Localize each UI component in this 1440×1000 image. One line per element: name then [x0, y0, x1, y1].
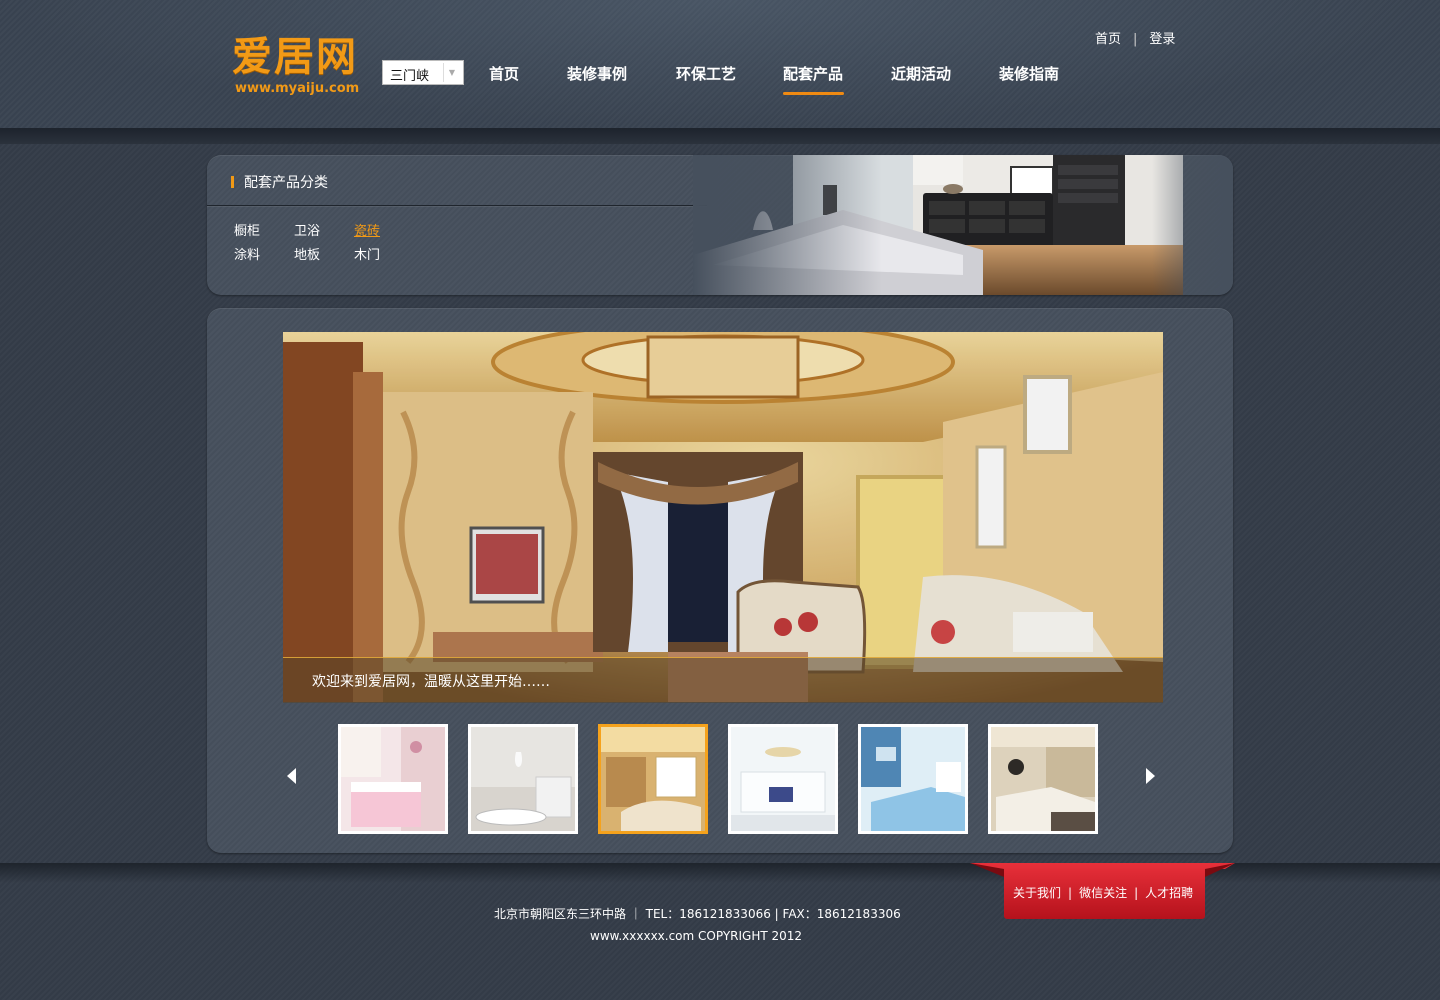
footer-address: 北京市朝阳区东三环中路 ｜ TEL：186121833066 | FAX：186…	[494, 907, 901, 921]
thumbnail-image	[601, 727, 705, 831]
nav-item-guide[interactable]: 装修指南	[999, 63, 1059, 84]
logo-text: 爱居网	[232, 34, 358, 80]
thumbnail-image	[991, 727, 1095, 831]
top-links: 首页 | 登录	[1095, 28, 1175, 47]
footer-link-about[interactable]: 关于我们	[1013, 886, 1061, 900]
nav-item-cases[interactable]: 装修事例	[567, 63, 627, 84]
chevron-down-icon[interactable]: ▼	[443, 63, 460, 82]
top-link-home[interactable]: 首页	[1095, 28, 1121, 47]
city-select[interactable]: 三门峡 ▼	[382, 60, 464, 85]
header-divider	[0, 128, 1440, 144]
thumbnail-white-living-room[interactable]	[468, 724, 578, 834]
thumbnail-image	[861, 727, 965, 831]
category-item-floor[interactable]: 地板	[294, 244, 320, 263]
category-item-paint[interactable]: 涂料	[234, 244, 260, 263]
thumbnail-girl-bedroom[interactable]	[338, 724, 448, 834]
nav-item-events[interactable]: 近期活动	[891, 63, 951, 84]
category-title-text: 配套产品分类	[244, 175, 328, 191]
footer-copyright: www.xxxxxx.com COPYRIGHT 2012	[590, 929, 803, 943]
category-panel: 配套产品分类 橱柜 卫浴 瓷砖 涂料 地板 木门	[207, 155, 1233, 295]
thumbnail-image	[731, 727, 835, 831]
category-item-door[interactable]: 木门	[354, 244, 380, 263]
city-select-value: 三门峡	[390, 69, 430, 84]
bedroom-banner-image	[693, 155, 1233, 295]
footer-link-separator: |	[1134, 886, 1139, 900]
arrow-right-icon[interactable]	[1143, 766, 1157, 786]
footer-link-separator: |	[1068, 886, 1073, 900]
nav-active-indicator	[783, 92, 844, 95]
footer-link-wechat[interactable]: 微信关注	[1079, 886, 1127, 900]
category-item-cabinet[interactable]: 橱柜	[234, 220, 260, 239]
footer-link-jobs[interactable]: 人才招聘	[1145, 886, 1193, 900]
thumbnail-white-tv-wall[interactable]	[728, 724, 838, 834]
category-item-bath[interactable]: 卫浴	[294, 220, 320, 239]
thumbnail-golden-living-room[interactable]	[598, 724, 708, 834]
gallery-panel: 欢迎来到爱居网，温暖从这里开始……	[207, 308, 1233, 853]
top-link-login[interactable]: 登录	[1149, 28, 1175, 47]
site-logo[interactable]: 爱居网 www.myaiju.com	[232, 34, 372, 100]
footer-links: 关于我们 | 微信关注 | 人才招聘	[1013, 884, 1193, 901]
category-title: 配套产品分类	[231, 172, 328, 192]
thumbnail-blue-bedroom[interactable]	[858, 724, 968, 834]
logo-url: www.myaiju.com	[235, 81, 360, 96]
thumbnail-image	[471, 727, 575, 831]
nav-item-home[interactable]: 首页	[489, 63, 519, 84]
hero-living-room-image[interactable]	[283, 332, 1163, 702]
category-divider	[207, 205, 707, 206]
thumbnail-image	[341, 727, 445, 831]
nav-item-eco-craft[interactable]: 环保工艺	[676, 63, 736, 84]
category-item-tile[interactable]: 瓷砖	[354, 220, 380, 239]
thumbnail-beige-bedroom[interactable]	[988, 724, 1098, 834]
hero-caption: 欢迎来到爱居网，温暖从这里开始……	[312, 674, 550, 690]
nav-item-products[interactable]: 配套产品	[783, 63, 843, 84]
arrow-left-icon[interactable]	[285, 766, 299, 786]
top-link-separator: |	[1133, 32, 1138, 47]
